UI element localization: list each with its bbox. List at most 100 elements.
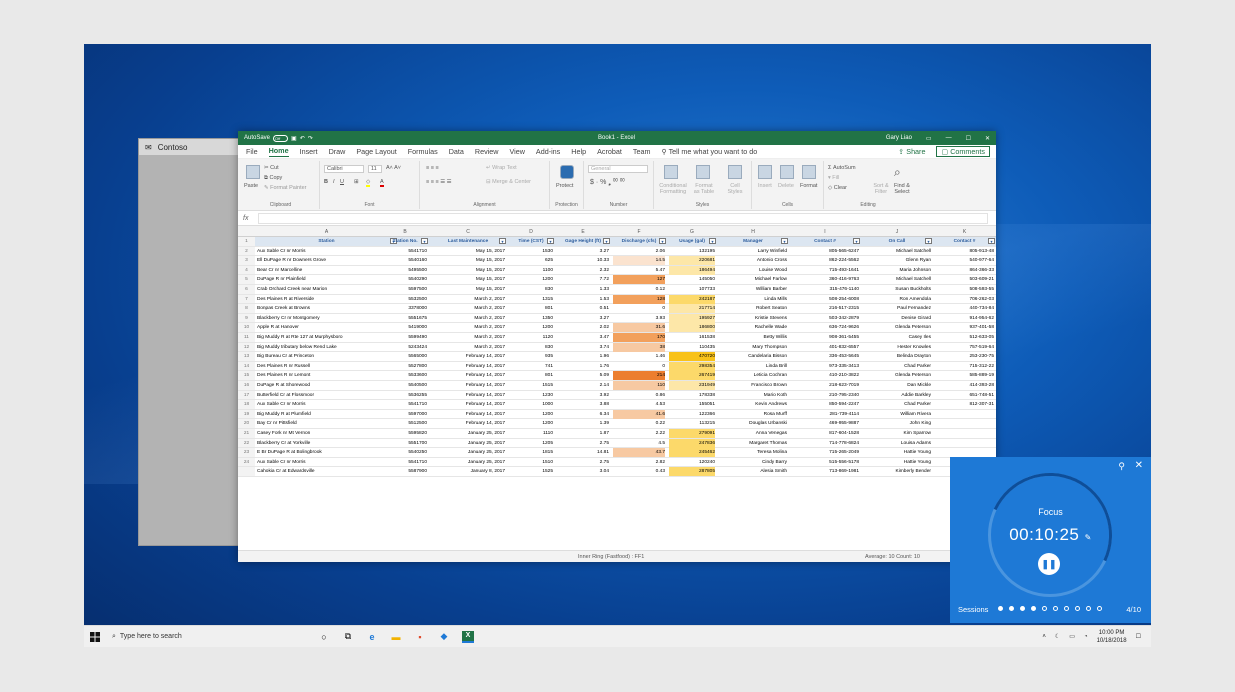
cell[interactable]: 1120 <box>509 335 553 340</box>
column-header-i[interactable]: I <box>789 229 861 235</box>
cell[interactable]: February 14, 2017 <box>431 373 505 378</box>
tab-file[interactable]: File <box>246 147 258 156</box>
grow-font-icon[interactable]: A˄ A˅ <box>386 165 401 171</box>
cell[interactable]: 503-342-2879 <box>791 316 859 321</box>
cell[interactable]: Aux Sable Cr nr Morris <box>257 460 396 465</box>
row-number[interactable]: 20 <box>238 419 255 428</box>
cell[interactable]: 2.14 <box>557 383 609 388</box>
column-header-j[interactable]: J <box>861 229 933 235</box>
merge-center-button[interactable]: ⊟ Merge & Center <box>486 179 531 185</box>
cell[interactable]: 128 <box>613 294 665 304</box>
cell[interactable]: 287805 <box>669 467 715 477</box>
insert-cells-icon[interactable] <box>758 165 772 179</box>
cell[interactable]: Alesia Smith <box>719 469 787 474</box>
cell[interactable]: 2.82 <box>613 458 665 467</box>
row-number[interactable]: 13 <box>238 352 255 361</box>
font-name-select[interactable]: Calibri <box>324 165 364 173</box>
cell[interactable]: 110 <box>613 381 665 390</box>
tab-home[interactable]: Home <box>268 146 289 157</box>
row-number[interactable]: 7 <box>238 294 255 304</box>
insert-button[interactable]: Insert <box>758 183 772 189</box>
cell[interactable]: DuPage R at Shorewood <box>257 383 396 388</box>
cell[interactable]: Michael Farlow <box>719 277 787 282</box>
cell[interactable]: 127 <box>613 275 665 285</box>
cell[interactable]: March 2, 2017 <box>431 306 505 311</box>
cell[interactable]: 5419000 <box>383 325 427 330</box>
cell[interactable]: Betty Willis <box>719 335 787 340</box>
table-row[interactable]: 3 Ell DuPage R nr Downers Grove 5540160 May… <box>238 256 996 266</box>
find-select-button[interactable]: Find & Select <box>892 183 912 195</box>
row-number[interactable]: 23 <box>238 448 255 457</box>
autosum-button[interactable]: Σ AutoSum <box>828 165 856 171</box>
cell[interactable]: 714-778-6824 <box>791 441 859 446</box>
focus-timer-panel[interactable]: ⚲ ✕ Focus 00:10:25 ✎ ❚❚ Sessions 4/10 <box>950 455 1151 623</box>
cell[interactable]: 914-954-62 <box>935 316 994 321</box>
cell[interactable]: Anna Venegas <box>719 431 787 436</box>
cell[interactable]: 5.47 <box>613 266 665 275</box>
cell[interactable]: January 25, 2017 <box>431 441 505 446</box>
cell[interactable]: March 2, 2017 <box>431 316 505 321</box>
contoso-window[interactable]: ✉ Contoso <box>138 138 244 546</box>
cell[interactable]: 2.32 <box>557 268 609 273</box>
cell[interactable]: Aux Sable Cr nr Morris <box>257 249 396 254</box>
cell[interactable]: May 15, 2017 <box>431 258 505 263</box>
cell[interactable]: 5587900 <box>383 469 427 474</box>
cell[interactable]: E Br DuPage R at Bolingbrook <box>257 450 396 455</box>
cell[interactable]: 161538 <box>669 333 715 342</box>
table-header-row[interactable]: 1 Station ▾ Station No. ▾ Last Maintenance ▾ Ti… <box>238 237 996 247</box>
cell[interactable]: March 2, 2017 <box>431 345 505 350</box>
table-row[interactable]: 13 Big Bureau Cr at Princeton 5565000 Febru… <box>238 352 996 362</box>
cell[interactable]: 279091 <box>669 429 715 438</box>
chevron-up-icon[interactable]: ˄ <box>1042 634 1046 640</box>
store-icon[interactable]: ▪ <box>414 631 426 643</box>
cell[interactable]: 253-230-75 <box>935 354 994 359</box>
battery-icon[interactable]: ▭ <box>1069 633 1075 640</box>
cell[interactable]: 5.09 <box>557 373 609 378</box>
cell[interactable]: 267419 <box>669 371 715 381</box>
cell[interactable]: 3.88 <box>557 402 609 407</box>
cell[interactable]: 0.43 <box>613 467 665 476</box>
tab-page-layout[interactable]: Page Layout <box>356 147 396 156</box>
number-format-select[interactable]: General <box>588 165 648 173</box>
cell[interactable]: Glenn Ryan <box>863 258 931 263</box>
format-table-icon[interactable] <box>696 165 710 179</box>
cell[interactable]: 1315 <box>509 297 553 302</box>
cell[interactable]: 5551700 <box>383 441 427 446</box>
cell[interactable]: 1000 <box>509 402 553 407</box>
cell[interactable]: 757-519-64 <box>935 345 994 350</box>
cell[interactable]: 585-889-19 <box>935 373 994 378</box>
cell[interactable]: 155051 <box>669 400 715 409</box>
cell[interactable]: Kimberly Bender <box>863 469 931 474</box>
cell[interactable]: Hattie Young <box>863 460 931 465</box>
cell[interactable]: 2.75 <box>557 460 609 465</box>
table-row[interactable]: 14 Des Plaines R nr Russell 5527800 Februar… <box>238 361 996 372</box>
cell[interactable]: 805-565-6247 <box>791 249 859 254</box>
cell[interactable]: 0.51 <box>557 306 609 311</box>
cell[interactable]: Casey Iles <box>863 335 931 340</box>
column-header-b[interactable]: B <box>381 229 429 235</box>
cell[interactable]: 741 <box>509 364 553 369</box>
cell[interactable]: 862-224-5562 <box>791 258 859 263</box>
cell[interactable]: 805-913-48 <box>935 249 994 254</box>
row-number[interactable]: 21 <box>238 429 255 438</box>
format-painter-button[interactable]: ✎ Format Painter <box>264 185 307 191</box>
currency-icon[interactable]: $ · % ❟ ⁰⁰ ⁰⁰ <box>590 179 625 187</box>
cell[interactable]: 5541710 <box>383 249 427 254</box>
cell[interactable]: 1.87 <box>557 431 609 436</box>
column-header-f[interactable]: F <box>611 229 667 235</box>
cell[interactable]: 3.74 <box>557 345 609 350</box>
row-number[interactable]: 4 <box>238 265 255 275</box>
cell[interactable]: 1530 <box>509 249 553 254</box>
cell[interactable]: 440-734-84 <box>935 306 994 311</box>
format-table-button[interactable]: Format as Table <box>692 183 716 195</box>
cell[interactable]: Rosa Murff <box>719 412 787 417</box>
cell[interactable]: 2.22 <box>613 429 665 438</box>
cell[interactable]: 0 <box>613 304 665 313</box>
filter-dropdown-icon[interactable]: ▾ <box>853 238 860 244</box>
cell[interactable]: Susan Buckholts <box>863 287 931 292</box>
cell[interactable]: May 15, 2017 <box>431 287 505 292</box>
cell[interactable]: 7.72 <box>557 277 609 282</box>
cell[interactable]: 469-955-9887 <box>791 421 859 426</box>
table-row[interactable]: 8 Bonpas Creek at Browns 3378000 March 2, 2… <box>238 304 996 314</box>
cell[interactable]: Big Bureau Cr at Princeton <box>257 354 396 359</box>
